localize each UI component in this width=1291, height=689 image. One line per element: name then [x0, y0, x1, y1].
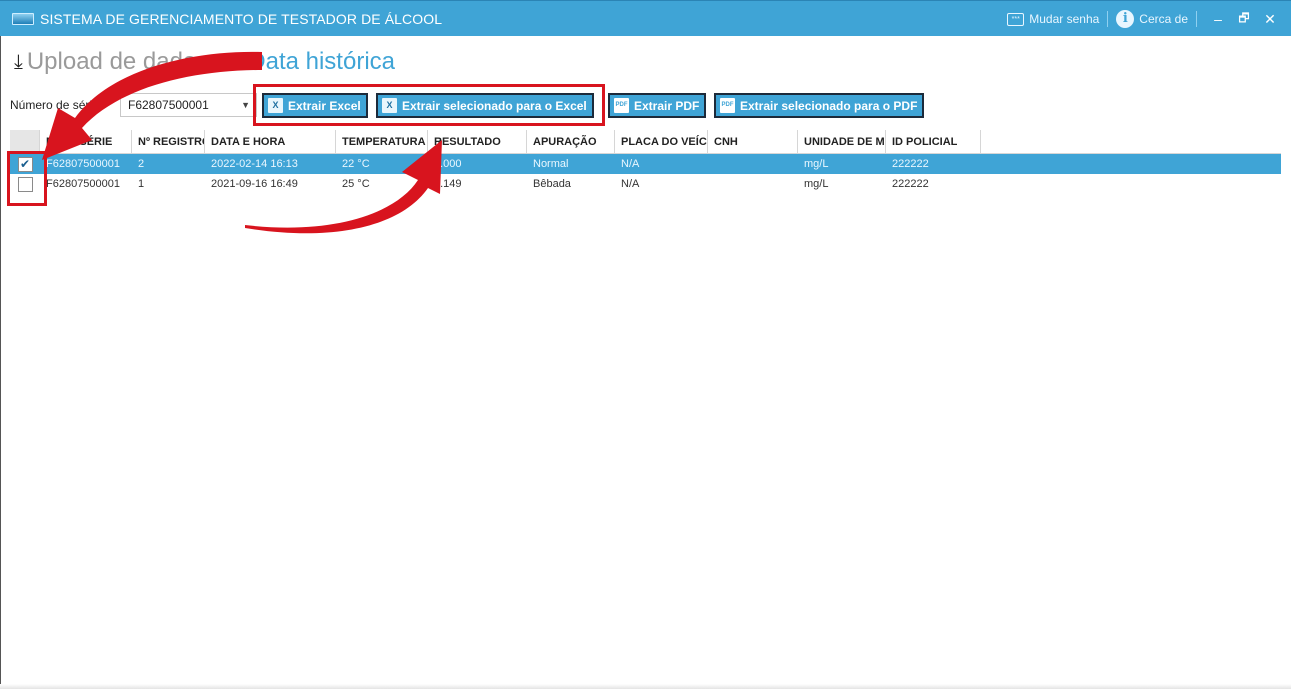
window-border [0, 36, 1, 684]
extract-selected-pdf-label: Extrair selecionado para o PDF [740, 98, 918, 113]
cell-record: 2 [138, 158, 145, 170]
cell-temperature: 22 °C [342, 158, 370, 170]
column-header[interactable]: TEMPERATURA [336, 130, 428, 153]
cell-result: 0.149 [434, 178, 462, 190]
toolbar: Número de série. [10, 90, 120, 120]
extract-selected-excel-label: Extrair selecionado para o Excel [402, 98, 587, 113]
pdf-icon: PDF [614, 98, 629, 113]
select-all-column[interactable] [10, 130, 40, 153]
table-row[interactable]: F62807500001 1 2021-09-16 16:49 25 °C 0.… [10, 174, 1281, 194]
main-tabs: ⤓ Upload de dados ☰ Data histórica [14, 44, 395, 80]
pdf-icon: PDF [720, 98, 735, 113]
cell-datetime: 2021-09-16 16:49 [211, 178, 298, 190]
minimize-button[interactable]: – [1205, 11, 1231, 27]
excel-icon: X [268, 98, 283, 113]
title-bar-actions: *** Mudar senha i Cerca de – 🗗 ✕ [1007, 1, 1283, 37]
cell-temperature: 25 °C [342, 178, 370, 190]
cell-record: 1 [138, 178, 145, 190]
window-title: SISTEMA DE GERENCIAMENTO DE TESTADOR DE … [40, 10, 443, 27]
column-header[interactable]: Nº DE SÉRIE [40, 130, 132, 153]
column-header[interactable]: CNH [708, 130, 798, 153]
tab-history[interactable]: ☰ Data histórica [226, 48, 395, 76]
cell-unit: mg/L [804, 178, 829, 190]
cell-plate: N/A [621, 178, 640, 190]
tab-upload-label: Upload de dados [26, 48, 209, 75]
cell-police-id: 222222 [892, 158, 929, 170]
cell-verdict: Bêbada [533, 178, 571, 190]
column-header[interactable]: UNIDADE DE MEDIDA [798, 130, 886, 153]
cell-police-id: 222222 [892, 178, 929, 190]
column-header[interactable]: Nº REGISTRO [132, 130, 205, 153]
table-row[interactable]: ✔ F62807500001 2 2022-02-14 16:13 22 °C … [10, 154, 1281, 174]
serial-select[interactable]: F62807500001 ▼ [120, 93, 257, 117]
extract-excel-label: Extrair Excel [288, 98, 361, 113]
column-header[interactable]: PLACA DO VEÍCULO [615, 130, 708, 153]
serial-label: Número de série. [10, 98, 103, 112]
app-logo-icon [12, 12, 34, 25]
excel-icon: X [382, 98, 397, 113]
cell-serial: F62807500001 [46, 178, 121, 190]
change-password-link[interactable]: Mudar senha [1029, 12, 1099, 26]
restore-button[interactable]: 🗗 [1231, 9, 1257, 30]
cell-unit: mg/L [804, 158, 829, 170]
about-link[interactable]: Cerca de [1139, 12, 1188, 26]
extract-selected-pdf-button[interactable]: PDF Extrair selecionado para o PDF [714, 93, 925, 118]
window-bottom-edge [0, 684, 1291, 689]
cell-result: 0.000 [434, 158, 462, 170]
tab-history-label: Data histórica [248, 48, 395, 75]
chevron-down-icon: ▼ [241, 100, 250, 110]
key-icon[interactable]: *** [1007, 12, 1025, 26]
row-checkbox[interactable] [17, 176, 33, 192]
cell-datetime: 2022-02-14 16:13 [211, 158, 298, 170]
database-icon: ☰ [226, 51, 245, 74]
cell-verdict: Normal [533, 158, 569, 170]
column-header[interactable]: APURAÇÃO [527, 130, 615, 153]
info-icon[interactable]: i [1116, 10, 1135, 28]
column-header[interactable]: RESULTADO [428, 130, 527, 153]
divider [1196, 11, 1197, 27]
download-icon: ⤓ [14, 50, 23, 73]
row-checkbox[interactable]: ✔ [17, 156, 33, 172]
serial-select-value: F62807500001 [128, 98, 209, 112]
extract-excel-button[interactable]: X Extrair Excel [262, 93, 368, 118]
column-header[interactable]: DATA E HORA [205, 130, 336, 153]
close-button[interactable]: ✕ [1257, 11, 1283, 28]
table-header: Nº DE SÉRIE Nº REGISTRO DATA E HORA TEMP… [10, 130, 1281, 154]
records-table: Nº DE SÉRIE Nº REGISTRO DATA E HORA TEMP… [10, 130, 1281, 194]
title-bar: SISTEMA DE GERENCIAMENTO DE TESTADOR DE … [0, 0, 1291, 36]
column-header[interactable]: ID POLICIAL [886, 130, 981, 153]
extract-pdf-label: Extrair PDF [634, 98, 700, 113]
tab-upload[interactable]: ⤓ Upload de dados [14, 48, 208, 76]
row-checkbox-cell [10, 176, 40, 192]
extract-pdf-button[interactable]: PDF Extrair PDF [608, 93, 707, 118]
extract-selected-excel-button[interactable]: X Extrair selecionado para o Excel [376, 93, 594, 118]
cell-plate: N/A [621, 158, 640, 170]
row-checkbox-cell: ✔ [10, 156, 40, 172]
cell-serial: F62807500001 [46, 158, 121, 170]
divider [1107, 11, 1109, 27]
